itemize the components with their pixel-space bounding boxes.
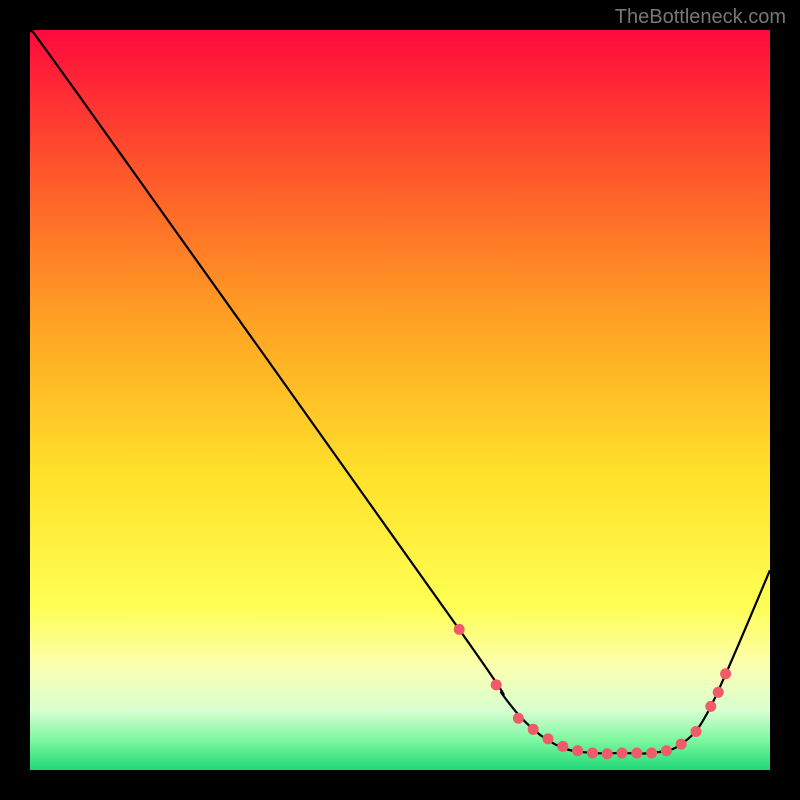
- plot-area: [30, 30, 770, 770]
- minimum-dot: [646, 747, 657, 758]
- gradient-background: [30, 30, 770, 770]
- minimum-dot: [587, 747, 598, 758]
- minimum-dot: [528, 724, 539, 735]
- chart-frame: TheBottleneck.com: [0, 0, 800, 800]
- attribution-text: TheBottleneck.com: [615, 6, 786, 29]
- minimum-dot: [691, 726, 702, 737]
- minimum-dot: [705, 701, 716, 712]
- minimum-dot: [513, 713, 524, 724]
- minimum-dot: [617, 747, 628, 758]
- minimum-dot: [661, 745, 672, 756]
- minimum-dot: [676, 739, 687, 750]
- minimum-dot: [543, 733, 554, 744]
- minimum-dot: [720, 668, 731, 679]
- minimum-dot: [454, 624, 465, 635]
- minimum-dot: [491, 679, 502, 690]
- minimum-dot: [557, 741, 568, 752]
- minimum-dot: [631, 747, 642, 758]
- chart-svg: [30, 30, 770, 770]
- minimum-dot: [713, 687, 724, 698]
- minimum-dot: [572, 745, 583, 756]
- minimum-dot: [602, 748, 613, 759]
